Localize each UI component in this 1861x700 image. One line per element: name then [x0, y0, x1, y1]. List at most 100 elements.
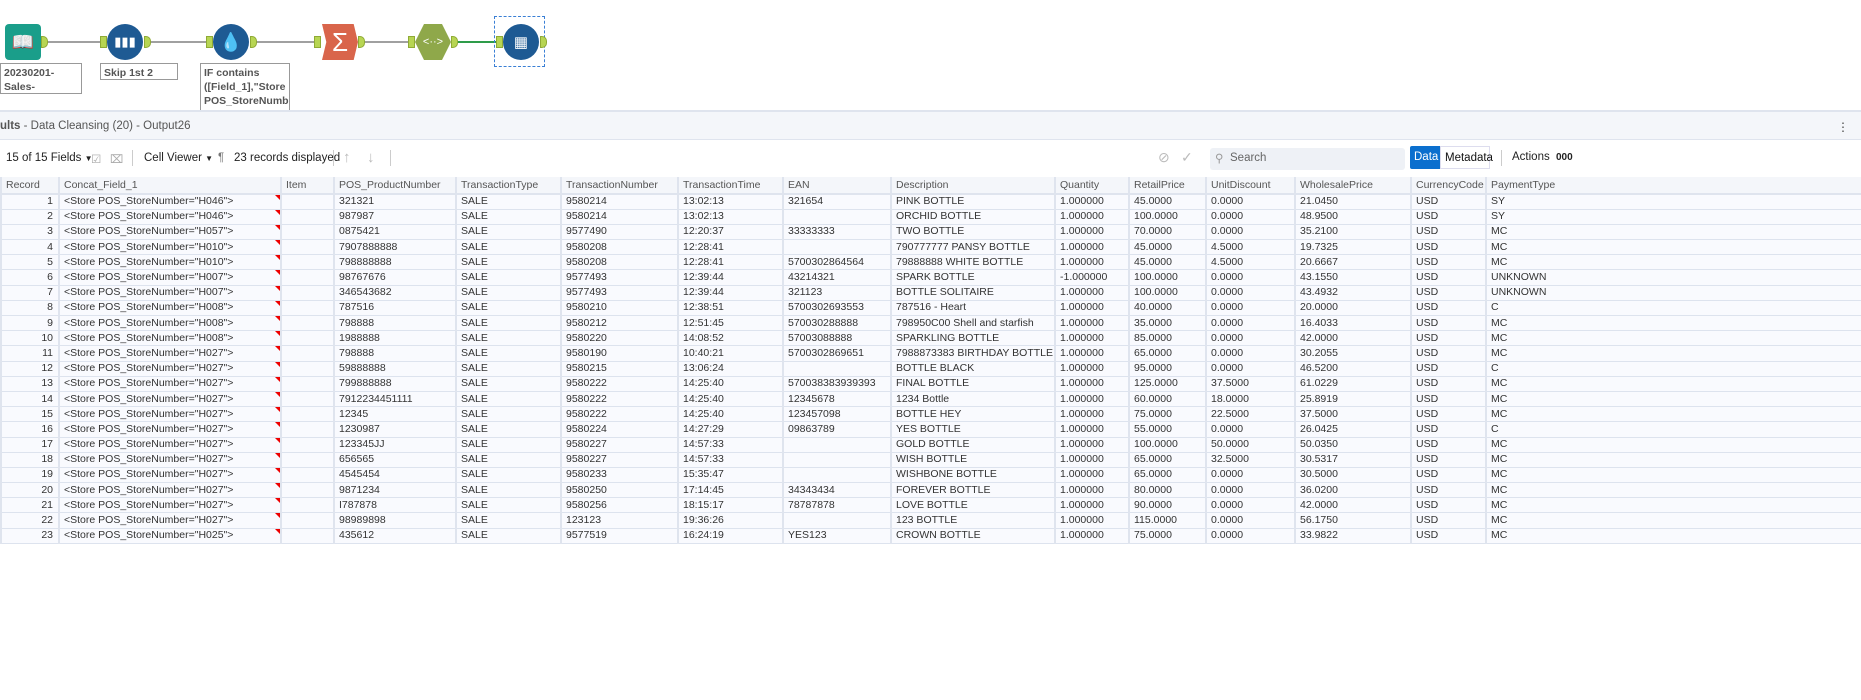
table-cell[interactable]: 43214321	[782, 269, 892, 286]
table-cell[interactable]: SALE	[455, 375, 562, 392]
table-cell[interactable]: <Store POS_StoreNumber="H027">	[58, 345, 282, 362]
table-cell[interactable]: SALE	[455, 482, 562, 499]
column-header[interactable]: Item	[280, 177, 335, 195]
table-cell[interactable]: 787516	[333, 299, 457, 317]
table-cell[interactable]: 13:06:24	[677, 360, 784, 377]
record-number[interactable]: 23	[0, 527, 60, 544]
table-cell[interactable]: 18:15:17	[677, 497, 784, 514]
table-cell[interactable]: 98989898	[333, 512, 457, 529]
table-cell[interactable]: USD	[1410, 497, 1487, 514]
record-number[interactable]: 15	[0, 406, 60, 423]
table-cell[interactable]: YES BOTTLE	[890, 421, 1056, 438]
table-cell[interactable]: CROWN BOTTLE	[890, 527, 1056, 544]
table-cell[interactable]: 70.0000	[1128, 223, 1207, 241]
table-cell[interactable]: 95.0000	[1128, 360, 1207, 377]
table-cell[interactable]: SALE	[455, 208, 562, 225]
table-row[interactable]: 18 <Store POS_StoreNumber="H027"> 656565 SA…	[0, 451, 1861, 468]
table-cell[interactable]: 0.0000	[1205, 299, 1296, 317]
table-cell[interactable]: -1.000000	[1054, 269, 1130, 286]
table-cell[interactable]: 0.0000	[1205, 330, 1296, 347]
table-cell[interactable]: <Store POS_StoreNumber="H027">	[58, 512, 282, 529]
table-cell[interactable]: 45.0000	[1128, 239, 1207, 256]
table-cell[interactable]	[782, 512, 892, 529]
table-cell[interactable]: 9580210	[560, 299, 679, 317]
table-cell[interactable]: 1.000000	[1054, 345, 1130, 362]
table-cell[interactable]: 1.000000	[1054, 284, 1130, 301]
table-cell[interactable]: MC	[1485, 345, 1861, 362]
record-number[interactable]: 22	[0, 512, 60, 529]
table-cell[interactable]: <Store POS_StoreNumber="H027">	[58, 375, 282, 392]
table-cell[interactable]: 0875421	[333, 223, 457, 241]
table-row[interactable]: 1 <Store POS_StoreNumber="H046"> 321321 SAL…	[0, 193, 1861, 210]
record-number[interactable]: 16	[0, 421, 60, 438]
table-row[interactable]: 7 <Store POS_StoreNumber="H007"> 346543682…	[0, 284, 1861, 301]
record-number[interactable]: 1	[0, 193, 60, 210]
text-to-columns-icon[interactable]: <··>	[415, 24, 451, 60]
table-cell[interactable]: 14:25:40	[677, 390, 784, 408]
table-cell[interactable]	[280, 239, 335, 256]
table-cell[interactable]: 0.0000	[1205, 269, 1296, 286]
table-cell[interactable]: <Store POS_StoreNumber="H046">	[58, 208, 282, 225]
table-cell[interactable]: <Store POS_StoreNumber="H046">	[58, 193, 282, 210]
clear-checkbox-icon[interactable]: ⌧	[110, 152, 123, 166]
table-cell[interactable]: 20.0000	[1294, 299, 1412, 317]
table-cell[interactable]: 14:25:40	[677, 406, 784, 423]
table-cell[interactable]: UNKNOWN	[1485, 269, 1861, 286]
table-cell[interactable]: 1.000000	[1054, 482, 1130, 499]
table-cell[interactable]: 1.000000	[1054, 406, 1130, 423]
output-anchor[interactable]	[250, 36, 257, 48]
table-cell[interactable]: 75.0000	[1128, 527, 1207, 544]
record-number[interactable]: 11	[0, 345, 60, 362]
table-cell[interactable]: 46.5200	[1294, 360, 1412, 377]
table-cell[interactable]: 43.1550	[1294, 269, 1412, 286]
record-number[interactable]: 18	[0, 451, 60, 468]
table-cell[interactable]: ORCHID BOTTLE	[890, 208, 1056, 225]
table-cell[interactable]: SALE	[455, 193, 562, 210]
table-cell[interactable]: SALE	[455, 330, 562, 347]
table-row[interactable]: 22 <Store POS_StoreNumber="H027"> 98989898…	[0, 512, 1861, 529]
table-cell[interactable]: MC	[1485, 375, 1861, 392]
table-cell[interactable]: 12345	[333, 406, 457, 423]
record-number[interactable]: 7	[0, 284, 60, 301]
table-cell[interactable]: 65.0000	[1128, 451, 1207, 468]
table-cell[interactable]: 123457098	[782, 406, 892, 423]
table-cell[interactable]	[280, 330, 335, 347]
table-cell[interactable]: 1.000000	[1054, 527, 1130, 544]
table-cell[interactable]: 9577519	[560, 527, 679, 544]
table-cell[interactable]: 36.0200	[1294, 482, 1412, 499]
record-number[interactable]: 4	[0, 239, 60, 256]
table-cell[interactable]	[280, 193, 335, 210]
table-cell[interactable]: 90.0000	[1128, 497, 1207, 514]
table-cell[interactable]: 30.2055	[1294, 345, 1412, 362]
table-cell[interactable]: PINK BOTTLE	[890, 193, 1056, 210]
table-cell[interactable]: GOLD BOTTLE	[890, 436, 1056, 453]
table-cell[interactable]: 65.0000	[1128, 345, 1207, 362]
table-cell[interactable]: 125.0000	[1128, 375, 1207, 392]
table-cell[interactable]	[280, 254, 335, 271]
table-cell[interactable]: 321123	[782, 284, 892, 301]
table-cell[interactable]: 123345JJ	[333, 436, 457, 453]
table-cell[interactable]	[280, 208, 335, 225]
more-button[interactable]: 000	[1552, 146, 1577, 169]
table-cell[interactable]: 22.5000	[1205, 406, 1296, 423]
table-cell[interactable]: MC	[1485, 482, 1861, 499]
table-cell[interactable]: 55.0000	[1128, 421, 1207, 438]
table-cell[interactable]: 61.0229	[1294, 375, 1412, 392]
table-cell[interactable]: 4.5000	[1205, 239, 1296, 256]
table-cell[interactable]	[280, 269, 335, 286]
table-cell[interactable]: 1.000000	[1054, 193, 1130, 210]
table-row[interactable]: 8 <Store POS_StoreNumber="H008"> 787516 SAL…	[0, 299, 1861, 317]
table-cell[interactable]: <Store POS_StoreNumber="H027">	[58, 360, 282, 377]
table-cell[interactable]: 1.000000	[1054, 254, 1130, 271]
table-cell[interactable]: SALE	[455, 314, 562, 332]
table-cell[interactable]: 19.7325	[1294, 239, 1412, 256]
table-cell[interactable]: MC	[1485, 497, 1861, 514]
column-header[interactable]: TransactionNumber	[560, 177, 679, 195]
table-cell[interactable]: USD	[1410, 360, 1487, 377]
table-cell[interactable]: 9580256	[560, 497, 679, 514]
table-cell[interactable]: 15:35:47	[677, 466, 784, 484]
table-cell[interactable]: 14:27:29	[677, 421, 784, 438]
table-row[interactable]: 19 <Store POS_StoreNumber="H027"> 4545454 S…	[0, 466, 1861, 484]
table-cell[interactable]: 16:24:19	[677, 527, 784, 544]
record-number[interactable]: 5	[0, 254, 60, 271]
